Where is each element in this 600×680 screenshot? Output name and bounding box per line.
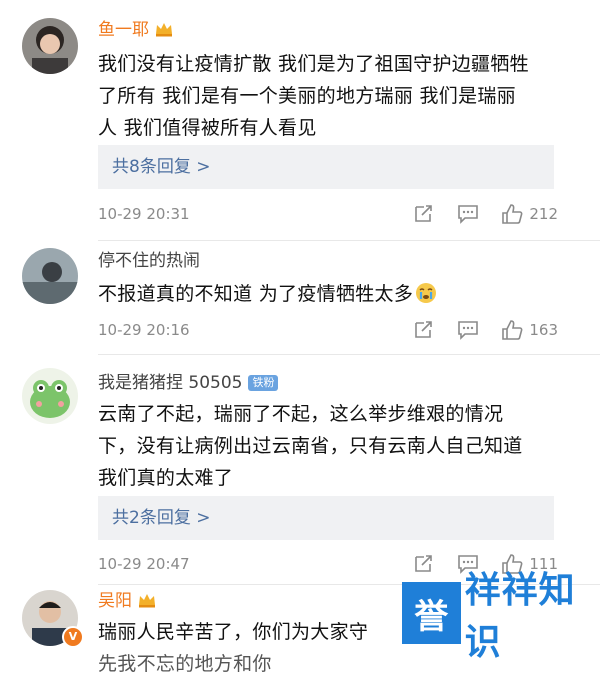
- crown-icon: [155, 21, 173, 37]
- comment-text: 我们没有让疫情扩散 我们是为了祖国守护边疆牺牲 了所有 我们是有一个美丽的地方瑞…: [98, 53, 529, 139]
- comment-meta: 10-29 20:16 163: [98, 318, 558, 342]
- comment-text: 不报道真的不知道 为了疫情牺牲太多: [98, 278, 558, 310]
- author-name[interactable]: 吴阳: [98, 590, 156, 612]
- like-button[interactable]: 212: [501, 202, 558, 226]
- view-replies-button[interactable]: 共8条回复 >: [98, 145, 554, 189]
- comment-icon[interactable]: [457, 204, 479, 224]
- divider: [98, 354, 600, 355]
- verified-icon: V: [62, 626, 84, 648]
- timestamp: 10-29 20:47: [98, 555, 190, 573]
- comment-meta: 10-29 20:31 212: [98, 202, 558, 226]
- watermark-logo: 誉 祥祥知识: [402, 570, 600, 663]
- thumbs-up-icon: [502, 204, 523, 224]
- comment-text: 云南了不起，瑞丽了不起，这么举步维艰的情况 下，没有让病例出过云南省，只有云南人…: [98, 403, 523, 489]
- avatar[interactable]: [22, 248, 78, 304]
- like-count: 212: [529, 205, 558, 223]
- author-name[interactable]: 停不住的热闹: [98, 250, 200, 272]
- crying-emoji-icon: [415, 282, 437, 304]
- crown-icon: [138, 592, 156, 608]
- like-button[interactable]: 163: [501, 318, 558, 342]
- author-name[interactable]: 鱼一耶: [98, 19, 173, 41]
- thumbs-up-icon: [502, 320, 523, 340]
- like-count: 163: [529, 321, 558, 339]
- author-name[interactable]: 我是猪猪捏 50505 铁粉: [98, 372, 279, 394]
- share-icon[interactable]: [413, 320, 435, 340]
- timestamp: 10-29 20:31: [98, 205, 190, 223]
- timestamp: 10-29 20:16: [98, 321, 190, 339]
- watermark-tile: 誉: [402, 582, 461, 644]
- view-replies-button[interactable]: 共2条回复 >: [98, 496, 554, 540]
- avatar[interactable]: [22, 368, 78, 424]
- avatar[interactable]: [22, 18, 78, 74]
- comment-icon[interactable]: [457, 320, 479, 340]
- watermark-text: 祥祥知识: [464, 570, 576, 663]
- fan-badge: 铁粉: [248, 375, 279, 391]
- divider: [98, 240, 600, 241]
- share-icon[interactable]: [413, 554, 435, 574]
- share-icon[interactable]: [413, 204, 435, 224]
